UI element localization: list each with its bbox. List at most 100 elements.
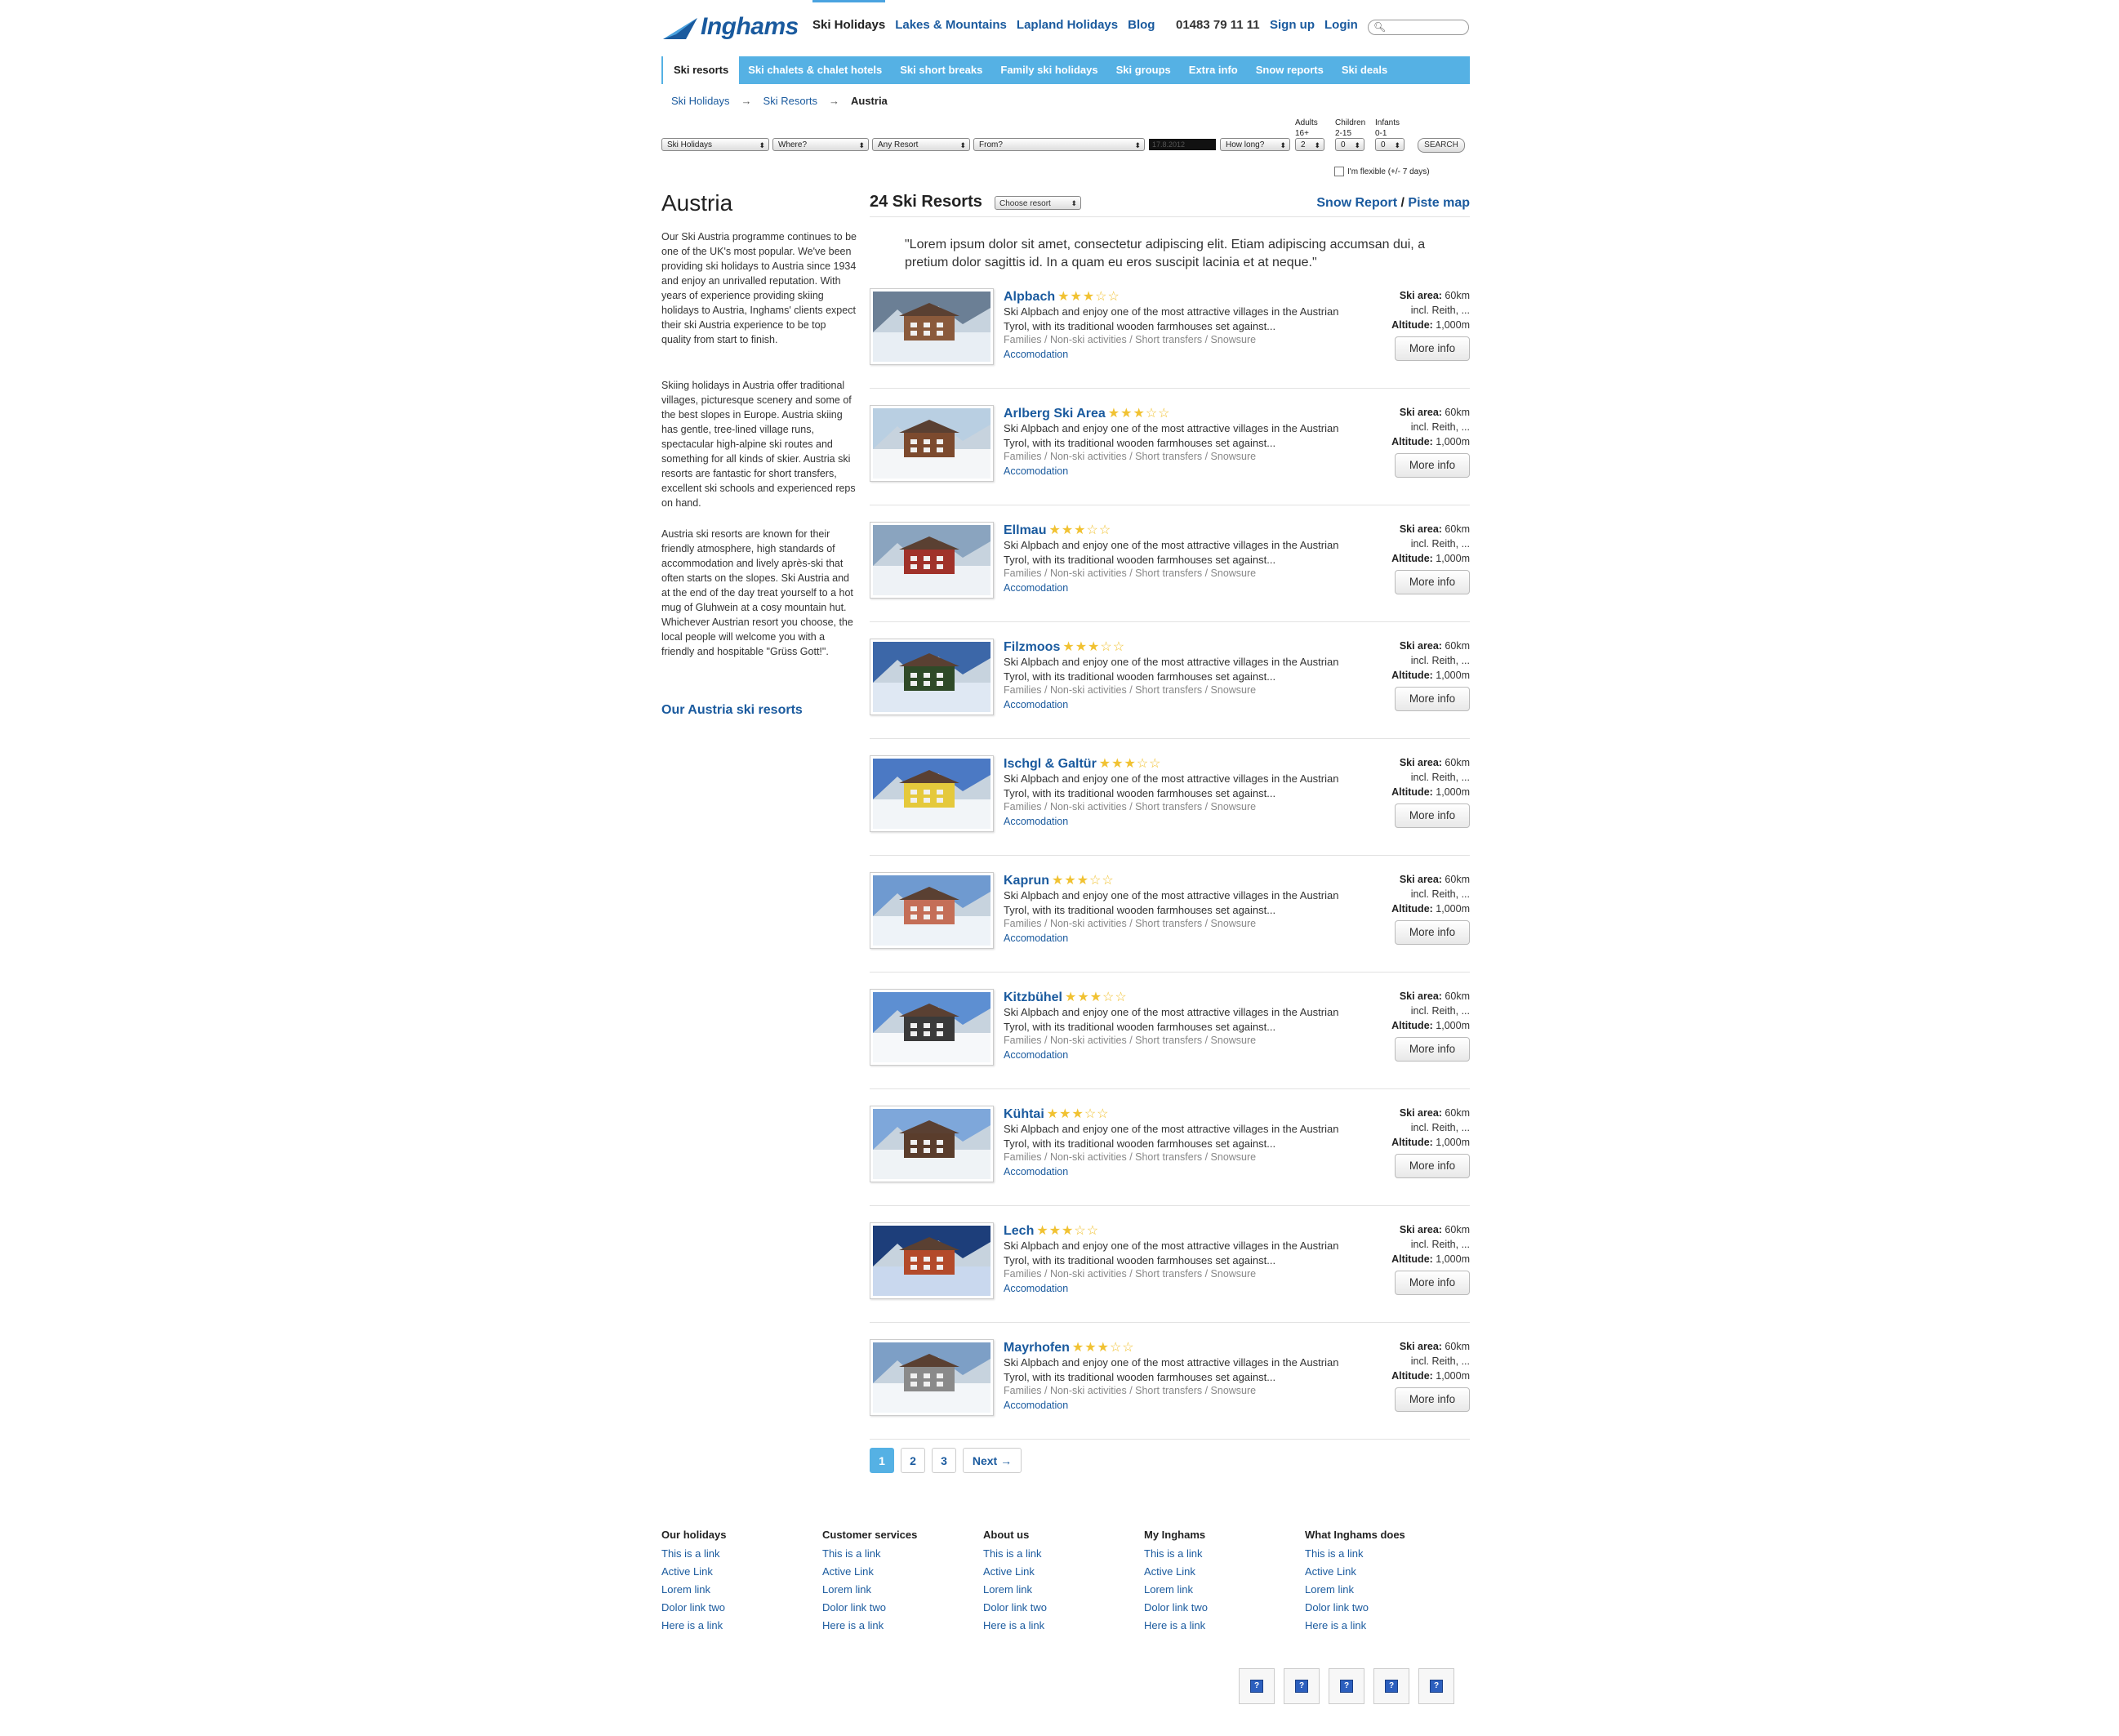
footer-link[interactable]: This is a link: [822, 1547, 881, 1560]
more-info-button[interactable]: More info: [1395, 1037, 1470, 1062]
from-select[interactable]: From? ⬍: [973, 138, 1145, 151]
resort-name-link[interactable]: Ellmau ★★★☆☆: [1004, 522, 1111, 538]
resort-name-link[interactable]: Lech ★★★☆☆: [1004, 1222, 1099, 1239]
footer-link[interactable]: Here is a link: [661, 1619, 723, 1631]
accommodation-link[interactable]: Accomodation: [1004, 349, 1068, 360]
topnav-blog[interactable]: Blog: [1128, 18, 1155, 32]
where-select[interactable]: Where? ⬍: [772, 138, 869, 151]
accommodation-link[interactable]: Accomodation: [1004, 699, 1068, 710]
holiday-type-select[interactable]: Ski Holidays ⬍: [661, 138, 769, 151]
next-page-button[interactable]: Next →: [963, 1448, 1022, 1473]
broken-image-icon[interactable]: ?: [1373, 1668, 1409, 1704]
tab-ski-deals[interactable]: Ski deals: [1333, 56, 1396, 84]
tab-snow-reports[interactable]: Snow reports: [1247, 56, 1333, 84]
resort-photo[interactable]: [870, 1106, 994, 1182]
footer-link[interactable]: This is a link: [1305, 1547, 1364, 1560]
tab-ski-resorts[interactable]: Ski resorts: [663, 56, 740, 84]
footer-link[interactable]: Dolor link two: [1144, 1601, 1208, 1614]
breadcrumb-ski-resorts[interactable]: Ski Resorts: [763, 95, 817, 107]
accommodation-link[interactable]: Accomodation: [1004, 816, 1068, 827]
footer-link[interactable]: Lorem link: [1305, 1583, 1354, 1596]
footer-link[interactable]: This is a link: [983, 1547, 1042, 1560]
flexible-checkbox[interactable]: [1334, 167, 1344, 176]
adults-select[interactable]: 2 ⬍: [1295, 138, 1324, 151]
footer-link[interactable]: Lorem link: [1144, 1583, 1193, 1596]
resort-name-link[interactable]: Kitzbühel ★★★☆☆: [1004, 989, 1128, 1005]
more-info-button[interactable]: More info: [1395, 803, 1470, 828]
footer-link[interactable]: Here is a link: [1305, 1619, 1366, 1631]
footer-link[interactable]: Active Link: [1305, 1565, 1356, 1578]
duration-select[interactable]: How long? ⬍: [1220, 138, 1290, 151]
more-info-button[interactable]: More info: [1395, 687, 1470, 711]
resort-name-link[interactable]: Ischgl & Galtür ★★★☆☆: [1004, 755, 1162, 772]
footer-link[interactable]: Here is a link: [1144, 1619, 1205, 1631]
resort-name-link[interactable]: Arlberg Ski Area ★★★☆☆: [1004, 405, 1171, 421]
footer-link[interactable]: Active Link: [661, 1565, 713, 1578]
login-link[interactable]: Login: [1324, 18, 1358, 32]
page-2-button[interactable]: 2: [901, 1448, 925, 1473]
resort-photo[interactable]: [870, 288, 994, 365]
footer-link[interactable]: Here is a link: [983, 1619, 1044, 1631]
topnav-lapland-holidays[interactable]: Lapland Holidays: [1017, 18, 1118, 32]
resort-name-link[interactable]: Kaprun ★★★☆☆: [1004, 872, 1115, 888]
more-info-button[interactable]: More info: [1395, 453, 1470, 478]
footer-link[interactable]: This is a link: [1144, 1547, 1203, 1560]
date-field[interactable]: 17.8.2012: [1149, 139, 1216, 150]
resort-name-link[interactable]: Filzmoos ★★★☆☆: [1004, 639, 1125, 655]
more-info-button[interactable]: More info: [1395, 920, 1470, 945]
accommodation-link[interactable]: Accomodation: [1004, 582, 1068, 594]
tab-ski-short-breaks[interactable]: Ski short breaks: [891, 56, 991, 84]
broken-image-icon[interactable]: ?: [1329, 1668, 1364, 1704]
footer-link[interactable]: Here is a link: [822, 1619, 884, 1631]
children-select[interactable]: 0 ⬍: [1335, 138, 1364, 151]
broken-image-icon[interactable]: ?: [1284, 1668, 1320, 1704]
resort-select[interactable]: Any Resort ⬍: [872, 138, 970, 151]
austria-resorts-link[interactable]: Our Austria ski resorts: [661, 703, 803, 718]
resort-photo[interactable]: [870, 989, 994, 1066]
footer-link[interactable]: Dolor link two: [983, 1601, 1047, 1614]
more-info-button[interactable]: More info: [1395, 1154, 1470, 1178]
page-1-button[interactable]: 1: [870, 1448, 894, 1473]
footer-link[interactable]: Dolor link two: [822, 1601, 886, 1614]
footer-link[interactable]: Lorem link: [983, 1583, 1032, 1596]
footer-link[interactable]: Active Link: [1144, 1565, 1195, 1578]
footer-link[interactable]: This is a link: [661, 1547, 720, 1560]
footer-link[interactable]: Dolor link two: [661, 1601, 725, 1614]
resort-photo[interactable]: [870, 1339, 994, 1416]
more-info-button[interactable]: More info: [1395, 1271, 1470, 1295]
broken-image-icon[interactable]: ?: [1239, 1668, 1275, 1704]
footer-link[interactable]: Lorem link: [661, 1583, 710, 1596]
breadcrumb-ski-holidays[interactable]: Ski Holidays: [671, 95, 730, 107]
broken-image-icon[interactable]: ?: [1418, 1668, 1454, 1704]
accommodation-link[interactable]: Accomodation: [1004, 933, 1068, 944]
resort-name-link[interactable]: Mayrhofen ★★★☆☆: [1004, 1339, 1135, 1355]
topnav-ski-holidays[interactable]: Ski Holidays: [812, 0, 886, 32]
resort-photo[interactable]: [870, 872, 994, 949]
search-input[interactable]: 🔍︎: [1368, 20, 1469, 35]
footer-link[interactable]: Active Link: [822, 1565, 874, 1578]
resort-photo[interactable]: [870, 405, 994, 482]
choose-resort-select[interactable]: Choose resort ⬍: [995, 196, 1081, 210]
resort-name-link[interactable]: Alpbach ★★★☆☆: [1004, 288, 1120, 305]
footer-link[interactable]: Active Link: [983, 1565, 1035, 1578]
page-3-button[interactable]: 3: [932, 1448, 956, 1473]
accommodation-link[interactable]: Accomodation: [1004, 1166, 1068, 1177]
resort-photo[interactable]: [870, 522, 994, 599]
resort-name-link[interactable]: Kühtai ★★★☆☆: [1004, 1106, 1110, 1122]
tab-ski-groups[interactable]: Ski groups: [1107, 56, 1180, 84]
more-info-button[interactable]: More info: [1395, 570, 1470, 594]
topnav-lakes-mountains[interactable]: Lakes & Mountains: [895, 18, 1007, 32]
footer-link[interactable]: Dolor link two: [1305, 1601, 1369, 1614]
more-info-button[interactable]: More info: [1395, 1387, 1470, 1412]
tab-ski-chalets[interactable]: Ski chalets & chalet hotels: [739, 56, 891, 84]
signup-link[interactable]: Sign up: [1270, 18, 1315, 32]
snow-report-link[interactable]: Snow Report: [1316, 196, 1397, 210]
footer-link[interactable]: Lorem link: [822, 1583, 871, 1596]
piste-map-link[interactable]: Piste map: [1408, 196, 1470, 210]
resort-photo[interactable]: [870, 639, 994, 715]
inghams-logo[interactable]: Inghams: [661, 11, 800, 44]
resort-photo[interactable]: [870, 1222, 994, 1299]
accommodation-link[interactable]: Accomodation: [1004, 465, 1068, 477]
accommodation-link[interactable]: Accomodation: [1004, 1049, 1068, 1061]
accommodation-link[interactable]: Accomodation: [1004, 1400, 1068, 1411]
